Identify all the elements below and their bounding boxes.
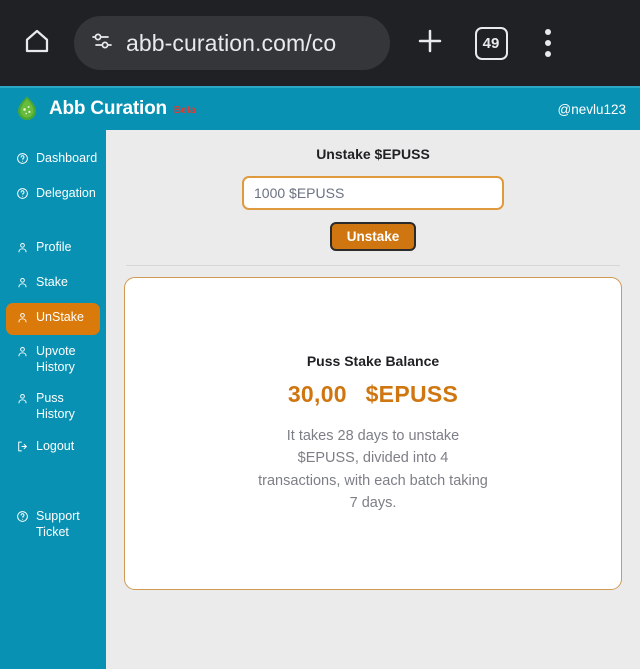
browser-toolbar: abb-curation.com/co 49 xyxy=(0,0,640,86)
sidebar-item-label: Stake xyxy=(36,274,68,289)
app-header: Abb Curation Beta @nevlu123 xyxy=(0,86,640,130)
help-circle-icon xyxy=(16,187,29,205)
sidebar-item-label: Support Ticket xyxy=(36,509,80,539)
user-icon xyxy=(16,345,29,363)
sidebar-item-support-ticket[interactable]: Support Ticket xyxy=(6,502,100,547)
new-tab-button[interactable] xyxy=(406,19,454,67)
unstake-info-note: It takes 28 days to unstake $EPUSS, divi… xyxy=(258,427,488,511)
leaf-logo-icon xyxy=(14,94,40,125)
unstake-submit-button[interactable]: Unstake xyxy=(329,222,417,251)
logout-icon xyxy=(16,440,29,458)
user-icon xyxy=(16,311,29,329)
sidebar-item-label: Logout xyxy=(36,438,75,453)
user-icon xyxy=(16,392,29,410)
home-button[interactable] xyxy=(14,20,60,66)
balance-card-title: Puss Stake Balance xyxy=(306,352,440,369)
sidebar-item-label: Profile xyxy=(36,240,72,255)
sidebar-item-label: Puss History xyxy=(36,391,75,421)
more-vertical-icon-dot xyxy=(545,29,551,35)
tune-icon xyxy=(90,29,114,58)
home-icon xyxy=(22,26,52,61)
help-circle-icon xyxy=(16,510,29,528)
sidebar-divider xyxy=(0,213,106,231)
sidebar-item-label: Upvote History xyxy=(36,344,76,374)
section-divider xyxy=(126,265,620,266)
sidebar-item-label: Delegation xyxy=(36,185,96,200)
page-title: Unstake $EPUSS xyxy=(316,146,430,162)
url-bar[interactable]: abb-curation.com/co xyxy=(74,16,390,70)
plus-icon xyxy=(415,26,445,61)
app-body: Dashboard Delegation Profile Stake UnSta… xyxy=(0,130,640,669)
user-handle[interactable]: @nevlu123 xyxy=(557,102,626,117)
main-content: Unstake $EPUSS Unstake Puss Stake Balanc… xyxy=(106,130,640,669)
sidebar-item-stake[interactable]: Stake xyxy=(6,268,100,301)
balance-ticker: $EPUSS xyxy=(365,380,459,407)
browser-menu-button[interactable] xyxy=(526,19,570,67)
balance-amount-row: 30,00 $EPUSS xyxy=(288,381,458,408)
sidebar-item-unstake[interactable]: UnStake xyxy=(6,302,100,336)
more-vertical-icon-dot xyxy=(545,40,551,46)
help-circle-icon xyxy=(16,152,29,170)
tab-counter-button[interactable]: 49 xyxy=(468,20,514,66)
brand[interactable]: Abb Curation Beta xyxy=(14,94,196,125)
sidebar: Dashboard Delegation Profile Stake UnSta… xyxy=(0,130,106,669)
sidebar-item-logout[interactable]: Logout xyxy=(6,432,100,465)
balance-amount-value: 30,00 xyxy=(287,380,347,407)
stake-balance-card: Puss Stake Balance 30,00 $EPUSS It takes… xyxy=(124,277,622,590)
unstake-amount-input[interactable] xyxy=(242,176,504,210)
user-icon xyxy=(16,276,29,294)
sidebar-item-label: Dashboard xyxy=(36,151,98,165)
sidebar-item-delegation[interactable]: Delegation xyxy=(6,179,100,212)
user-icon xyxy=(16,241,29,259)
sidebar-item-label: UnStake xyxy=(36,309,84,324)
more-vertical-icon-dot xyxy=(545,51,551,57)
sidebar-item-upvote-history[interactable]: Upvote History xyxy=(6,337,100,382)
tab-count: 49 xyxy=(474,26,508,60)
sidebar-item-puss-history[interactable]: Puss History xyxy=(6,384,100,429)
brand-name: Abb Curation xyxy=(49,98,167,119)
sidebar-item-dashboard[interactable]: Dashboard xyxy=(6,144,100,177)
sidebar-item-profile[interactable]: Profile xyxy=(6,233,100,266)
url-text: abb-curation.com/co xyxy=(126,29,337,56)
beta-badge: Beta xyxy=(173,104,196,116)
